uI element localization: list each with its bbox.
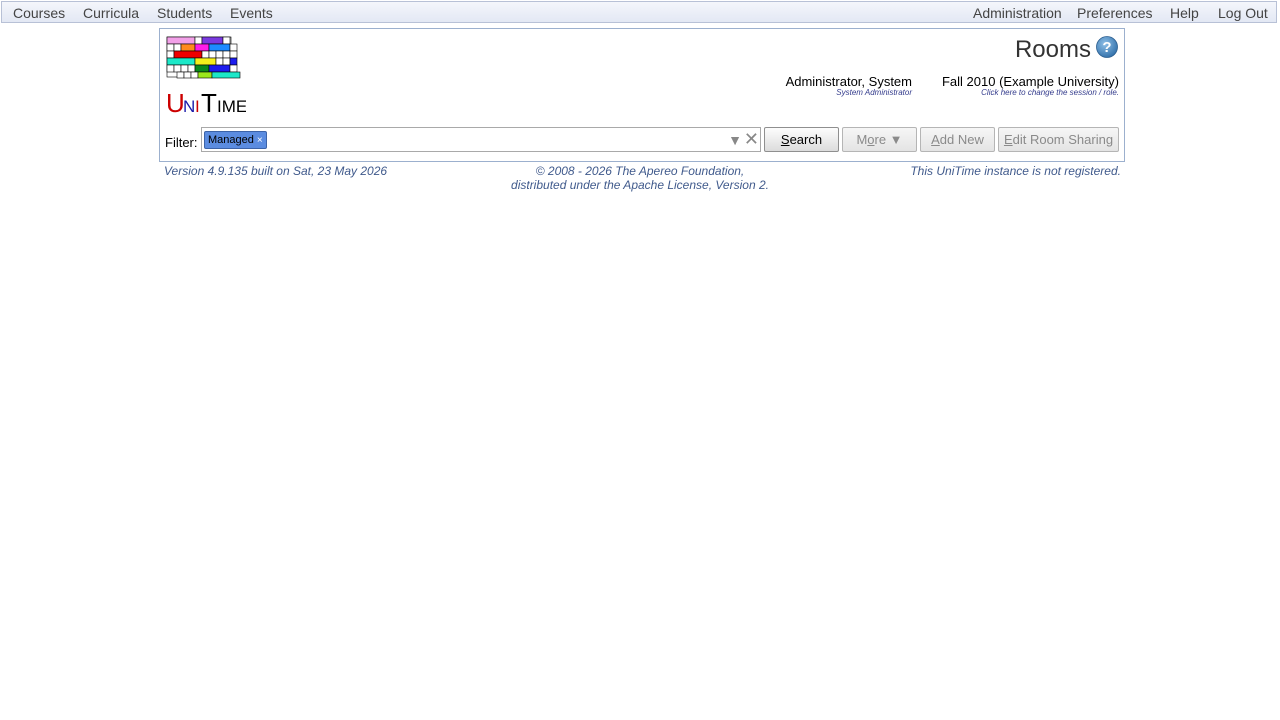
menu-preferences[interactable]: Preferences — [1077, 5, 1152, 21]
add-new-button[interactable]: Add New — [920, 127, 995, 152]
svg-text:U: U — [166, 88, 185, 114]
close-icon[interactable]: ✕ — [744, 129, 759, 149]
menu-administration[interactable]: Administration — [973, 5, 1062, 21]
svg-text:T: T — [201, 88, 217, 114]
copyright-line-2: distributed under the Apache License, Ve… — [511, 178, 769, 192]
session-name[interactable]: Fall 2010 (Example University) — [942, 74, 1119, 89]
svg-text:I: I — [195, 97, 200, 114]
more-button[interactable]: More ▼ — [842, 127, 917, 152]
page-title: Rooms — [1014, 36, 1091, 63]
copyright-info: © 2008 - 2026 The Apereo Foundation, dis… — [440, 164, 840, 192]
user-role: System Administrator — [836, 88, 912, 97]
filter-label: Filter: — [165, 135, 198, 150]
session-change-hint[interactable]: Click here to change the session / role. — [981, 88, 1119, 97]
svg-text:N: N — [183, 97, 195, 114]
search-button[interactable]: Search — [764, 127, 839, 152]
question-mark-icon[interactable]: ? — [1096, 36, 1118, 58]
version-info: Version 4.9.135 built on Sat, 23 May 202… — [164, 164, 388, 178]
unitime-logo[interactable]: U N I T IME — [166, 36, 246, 114]
copyright-line-1: © 2008 - 2026 The Apereo Foundation, — [535, 164, 745, 178]
chip-remove-icon[interactable]: × — [257, 135, 263, 146]
page-header: U N I T IME Rooms ? Administrator, Syste… — [159, 28, 1125, 162]
top-menu-bar: Courses Curricula Students Events Admini… — [1, 1, 1277, 23]
edit-room-sharing-button[interactable]: Edit Room Sharing — [998, 127, 1119, 152]
menu-students[interactable]: Students — [157, 5, 212, 21]
filter-chip-label: Managed — [208, 134, 254, 146]
menu-curricula[interactable]: Curricula — [83, 5, 139, 21]
user-name: Administrator, System — [785, 74, 912, 89]
svg-text:IME: IME — [217, 97, 246, 114]
filter-chip-managed[interactable]: Managed × — [204, 131, 267, 149]
svg-text:?: ? — [1102, 39, 1111, 56]
registration-status: This UniTime instance is not registered. — [910, 164, 1121, 178]
triangle-down-icon[interactable]: ▼ — [728, 132, 742, 148]
menu-log-out[interactable]: Log Out — [1218, 5, 1268, 21]
filter-input[interactable]: Managed × ▼ ✕ — [201, 127, 761, 152]
menu-courses[interactable]: Courses — [13, 5, 65, 21]
menu-help[interactable]: Help — [1170, 5, 1199, 21]
menu-events[interactable]: Events — [230, 5, 273, 21]
